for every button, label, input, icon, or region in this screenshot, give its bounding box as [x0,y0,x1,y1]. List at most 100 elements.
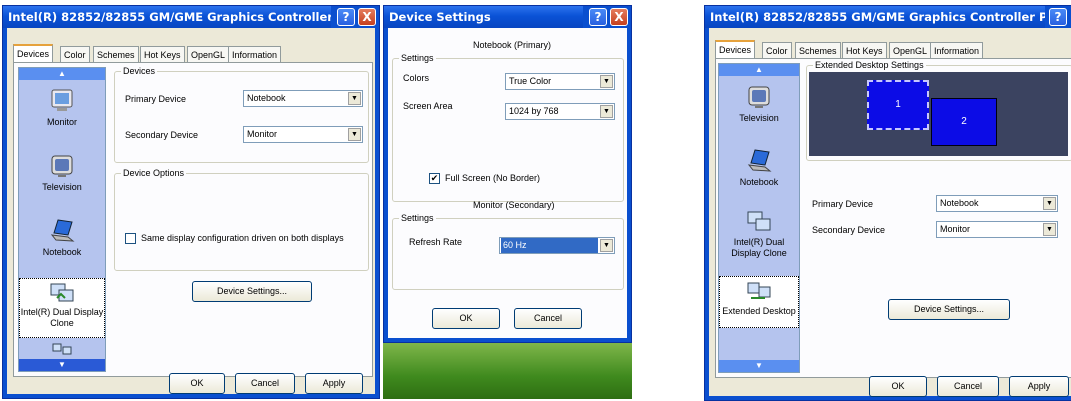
device-options-group: Device Options Same display configuratio… [114,168,369,271]
primary-device-select[interactable]: Notebook ▼ [936,195,1058,212]
colors-label: Colors [403,73,430,83]
television-icon [51,155,73,177]
close-button[interactable]: X [610,8,628,26]
right-properties-window: Intel(R) 82852/82855 GM/GME Graphics Con… [704,5,1071,401]
apply-button[interactable]: Apply [1009,376,1069,397]
secondary-device-label: Secondary Device [812,225,886,235]
device-item-notebook[interactable]: Notebook [19,218,105,268]
settings2-group-title: Settings [399,213,436,223]
settings2-group: Settings Refresh Rate 60 Hz ▼ [392,213,624,290]
right-window-title: Intel(R) 82852/82855 GM/GME Graphics Con… [705,6,1045,28]
left-devices-panel: ▲ Monitor Television Notebook Intel(R) D… [13,62,373,377]
device-label: Notebook [739,177,779,187]
strip-scroll-up[interactable]: ▲ [719,64,799,76]
device-settings-button[interactable]: Device Settings... [888,299,1010,320]
close-button[interactable]: X [358,8,376,26]
tab-opengl[interactable]: OpenGL [889,42,932,59]
tab-hot-keys[interactable]: Hot Keys [140,46,185,63]
chevron-down-icon[interactable]: ▼ [1043,223,1056,236]
tab-information[interactable]: Information [930,42,984,59]
refresh-rate-select[interactable]: 60 Hz ▼ [499,237,615,254]
select-value: Notebook [247,93,286,103]
left-properties-window: Intel(R) 82852/82855 GM/GME Graphics Con… [2,5,380,399]
tab-schemes[interactable]: Schemes [93,46,139,63]
select-value: Monitor [940,224,971,234]
fullscreen-label: Full Screen (No Border) [445,173,541,183]
extended-desktop-icon [52,343,72,355]
device-label: Television [42,182,82,192]
primary-heading: Notebook (Primary) [473,40,552,50]
primary-device-label: Primary Device [125,94,187,104]
notebook-icon [50,219,75,242]
device-label: Notebook [42,247,82,257]
dialog-client: Notebook (Primary) Settings Colors True … [388,28,627,338]
same-config-checkbox[interactable] [125,233,136,244]
help-button[interactable]: ? [589,8,607,26]
chevron-down-icon[interactable]: ▼ [600,239,613,252]
tab-color[interactable]: Color [60,46,90,63]
secondary-device-select[interactable]: Monitor ▼ [936,221,1058,238]
chevron-down-icon[interactable]: ▼ [600,105,613,118]
device-label: Intel(R) Dual Display Clone [731,237,787,258]
chevron-down-icon[interactable]: ▼ [1043,197,1056,210]
right-window-client: Devices Color Schemes Hot Keys OpenGL In… [709,28,1071,397]
device-item-extended[interactable] [19,343,105,359]
device-item-television[interactable]: Television [19,153,105,203]
fullscreen-checkbox[interactable]: ✔ [429,173,440,184]
select-value: Notebook [940,198,979,208]
device-strip: ▲ Monitor Television Notebook Intel(R) D… [18,67,106,372]
cancel-button[interactable]: Cancel [937,376,999,397]
select-value: True Color [509,76,552,86]
monitor-2-box[interactable]: 2 [931,98,997,146]
primary-device-label: Primary Device [812,199,874,209]
refresh-rate-label: Refresh Rate [409,237,463,247]
help-button[interactable]: ? [337,8,355,26]
same-config-label: Same display configuration driven on bot… [141,233,344,243]
notebook-icon [747,149,772,172]
device-item-dual-display-clone[interactable]: Intel(R) Dual Display Clone [19,278,105,338]
chevron-down-icon[interactable]: ▼ [600,75,613,88]
strip-scroll-up[interactable]: ▲ [19,68,105,80]
device-options-group-title: Device Options [121,168,187,178]
monitor-1-box[interactable]: 1 [867,80,929,130]
extended-desktop-icon [747,282,771,299]
cancel-button[interactable]: Cancel [514,308,582,329]
settings-group: Settings Colors True Color ▼ Screen Area… [392,53,624,202]
device-settings-dialog: Device Settings ? X Notebook (Primary) S… [383,5,632,343]
tab-schemes[interactable]: Schemes [795,42,841,59]
secondary-device-select[interactable]: Monitor ▼ [243,126,363,143]
cancel-button[interactable]: Cancel [235,373,295,394]
device-item-television[interactable]: Television [719,84,799,134]
chevron-down-icon[interactable]: ▼ [348,92,361,105]
tab-color[interactable]: Color [762,42,792,59]
device-item-monitor[interactable]: Monitor [19,88,105,138]
select-value: 1024 by 768 [509,106,559,116]
ok-button[interactable]: OK [869,376,927,397]
device-item-dual-display-clone[interactable]: Intel(R) Dual Display Clone [719,210,799,270]
desktop-background [383,343,632,399]
device-settings-button[interactable]: Device Settings... [192,281,312,302]
select-value: 60 Hz [501,238,598,253]
device-item-extended-desktop[interactable]: Extended Desktop [719,276,799,328]
tab-hot-keys[interactable]: Hot Keys [842,42,887,59]
strip-scroll-down[interactable]: ▼ [19,359,105,371]
strip-scroll-down[interactable]: ▼ [719,360,799,372]
secondary-device-label: Secondary Device [125,130,199,140]
apply-button[interactable]: Apply [305,373,363,394]
device-strip: ▲ Television Notebook Intel(R) Dual Disp… [718,63,800,373]
select-value: Monitor [247,129,278,139]
ok-button[interactable]: OK [432,308,500,329]
tab-opengl[interactable]: OpenGL [187,46,230,63]
desktop-preview: 1 2 [809,72,1068,156]
tab-information[interactable]: Information [228,46,282,63]
device-item-notebook[interactable]: Notebook [719,148,799,198]
help-button[interactable]: ? [1049,8,1067,26]
television-icon [748,86,770,108]
chevron-down-icon[interactable]: ▼ [348,128,361,141]
colors-select[interactable]: True Color ▼ [505,73,615,90]
primary-device-select[interactable]: Notebook ▼ [243,90,363,107]
secondary-heading: Monitor (Secondary) [473,200,555,210]
ok-button[interactable]: OK [169,373,225,394]
dual-display-clone-icon [50,283,74,302]
screen-area-select[interactable]: 1024 by 768 ▼ [505,103,615,120]
